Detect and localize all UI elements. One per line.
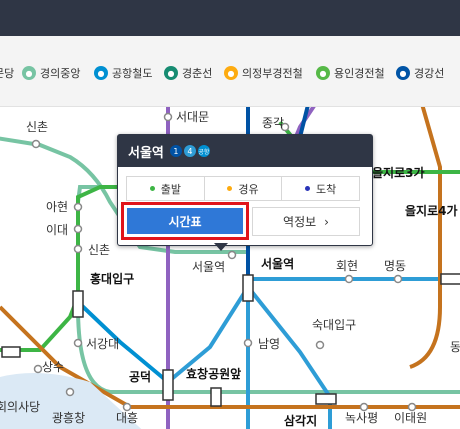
station-label[interactable]: 남영 xyxy=(258,337,280,351)
tab-label: 경유 xyxy=(238,182,259,196)
line-icon: ● xyxy=(164,66,178,80)
legend-item[interactable]: ● 공항철도 xyxy=(94,65,152,81)
legend-label: 경의중앙 xyxy=(40,67,81,80)
station-label[interactable]: 상수 xyxy=(42,360,64,374)
station-dot[interactable] xyxy=(393,274,403,284)
legend-item[interactable]: ● 용인경전철 xyxy=(316,65,385,81)
airport-badge-icon: 공항 xyxy=(197,145,210,157)
route-tabs: 출발 경유 도착 xyxy=(126,176,360,201)
station-dot[interactable] xyxy=(73,224,83,234)
station-label[interactable]: 숙대입구 xyxy=(312,318,356,332)
station-label[interactable]: 동 xyxy=(450,340,460,354)
station-dot[interactable] xyxy=(243,338,253,348)
transfer-station[interactable] xyxy=(72,290,84,318)
station-dot[interactable] xyxy=(344,274,354,284)
legend-label: 경춘선 xyxy=(182,67,213,80)
station-dot[interactable] xyxy=(227,250,237,260)
station-label[interactable]: 대흥 xyxy=(116,411,138,425)
station-dot[interactable] xyxy=(315,340,325,350)
station-label[interactable]: 홍대입구 xyxy=(90,271,134,286)
station-label[interactable]: 서대문 xyxy=(176,110,209,124)
legend-item[interactable]: ● 의정부경전철 xyxy=(224,65,303,81)
station-label[interactable]: 녹사평 xyxy=(345,411,378,425)
line-icon: ● xyxy=(224,66,238,80)
transfer-station[interactable] xyxy=(1,346,21,358)
station-label[interactable]: 명동 xyxy=(384,259,406,273)
legend-label: 공항철도 xyxy=(112,67,153,80)
station-label[interactable]: 광흥창 xyxy=(52,411,85,425)
departure-dot-icon xyxy=(149,186,155,191)
station-label[interactable]: 공덕 xyxy=(129,369,151,384)
via-tab[interactable]: 경유 xyxy=(205,177,283,200)
line6 xyxy=(409,107,442,369)
station-label[interactable]: 신촌 xyxy=(88,243,110,257)
line-legend: 문당 ● 경의중앙 ● 공항철도 ● 경춘선 ● 의정부경전철 ● 용인경전철 … xyxy=(0,36,460,107)
legend-item[interactable]: 문당 xyxy=(0,65,14,81)
transfer-station[interactable] xyxy=(210,387,222,407)
transfer-station[interactable] xyxy=(242,274,254,302)
legend-item[interactable]: ● 경강선 xyxy=(396,65,444,81)
station-label[interactable]: 을지로3가 xyxy=(372,165,425,180)
line4-badge-icon: 4 xyxy=(183,145,196,157)
popup-title: 서울역 xyxy=(128,145,164,161)
station-label[interactable]: 회현 xyxy=(336,259,358,273)
tab-label: 도착 xyxy=(316,182,337,196)
legend-label: 용인경전철 xyxy=(334,67,385,80)
line-icon: ● xyxy=(396,66,410,80)
popup-header: 서울역 1 4 공항 xyxy=(118,135,372,167)
station-label[interactable]: 서울역 xyxy=(261,256,294,271)
station-dot[interactable] xyxy=(122,402,132,412)
station-dot[interactable] xyxy=(73,202,83,212)
station-label[interactable]: 아현 xyxy=(46,200,68,214)
station-popup: 서울역 1 4 공항 출발 경유 도착 시간표 역정보 › xyxy=(117,134,373,251)
timetable-highlight: 시간표 xyxy=(121,202,249,240)
legend-label: 의정부경전철 xyxy=(242,67,303,80)
transfer-station[interactable] xyxy=(440,273,460,285)
station-label[interactable]: 회의사당 xyxy=(0,400,40,414)
station-label[interactable]: 종각 xyxy=(262,116,284,130)
station-dot[interactable] xyxy=(33,364,43,374)
station-label[interactable]: 이태원 xyxy=(394,411,427,425)
legend-item[interactable]: ● 경의중앙 xyxy=(22,65,80,81)
station-label[interactable]: 을지로4가 xyxy=(405,203,458,218)
station-dot[interactable] xyxy=(407,402,417,412)
arrival-dot-icon xyxy=(305,186,311,191)
via-dot-icon xyxy=(227,186,233,191)
chevron-right-icon: › xyxy=(324,214,329,229)
line-icon: ● xyxy=(316,66,330,80)
station-dot[interactable] xyxy=(65,387,75,397)
station-info-button[interactable]: 역정보 › xyxy=(252,207,360,236)
line-icon: ● xyxy=(94,66,108,80)
legend-item[interactable]: ● 경춘선 xyxy=(164,65,212,81)
station-dot[interactable] xyxy=(73,338,83,348)
station-label[interactable]: 효창공원앞 xyxy=(186,366,241,381)
station-dot[interactable] xyxy=(359,402,369,412)
station-dot[interactable] xyxy=(73,244,83,254)
station-dot[interactable] xyxy=(163,112,173,122)
station-label[interactable]: 이대 xyxy=(46,223,68,237)
line1-badge-icon: 1 xyxy=(169,145,182,157)
transfer-station[interactable] xyxy=(162,369,174,401)
station-label[interactable]: 신촌 xyxy=(26,120,48,134)
info-label: 역정보 xyxy=(283,215,317,229)
arrival-tab[interactable]: 도착 xyxy=(282,177,359,200)
timetable-button[interactable]: 시간표 xyxy=(127,208,243,234)
line-icon: ● xyxy=(22,66,36,80)
departure-tab[interactable]: 출발 xyxy=(127,177,205,200)
popup-pointer xyxy=(214,243,228,251)
station-label[interactable]: 서강대 xyxy=(86,337,119,351)
station-label[interactable]: 삼각지 xyxy=(284,413,317,428)
station-label[interactable]: 서울역 xyxy=(192,260,225,274)
tab-label: 출발 xyxy=(160,182,181,196)
transfer-station[interactable] xyxy=(315,393,337,405)
legend-label: 경강선 xyxy=(414,67,445,80)
top-bar xyxy=(0,0,460,36)
station-dot[interactable] xyxy=(31,139,41,149)
legend-label: 문당 xyxy=(0,67,15,80)
